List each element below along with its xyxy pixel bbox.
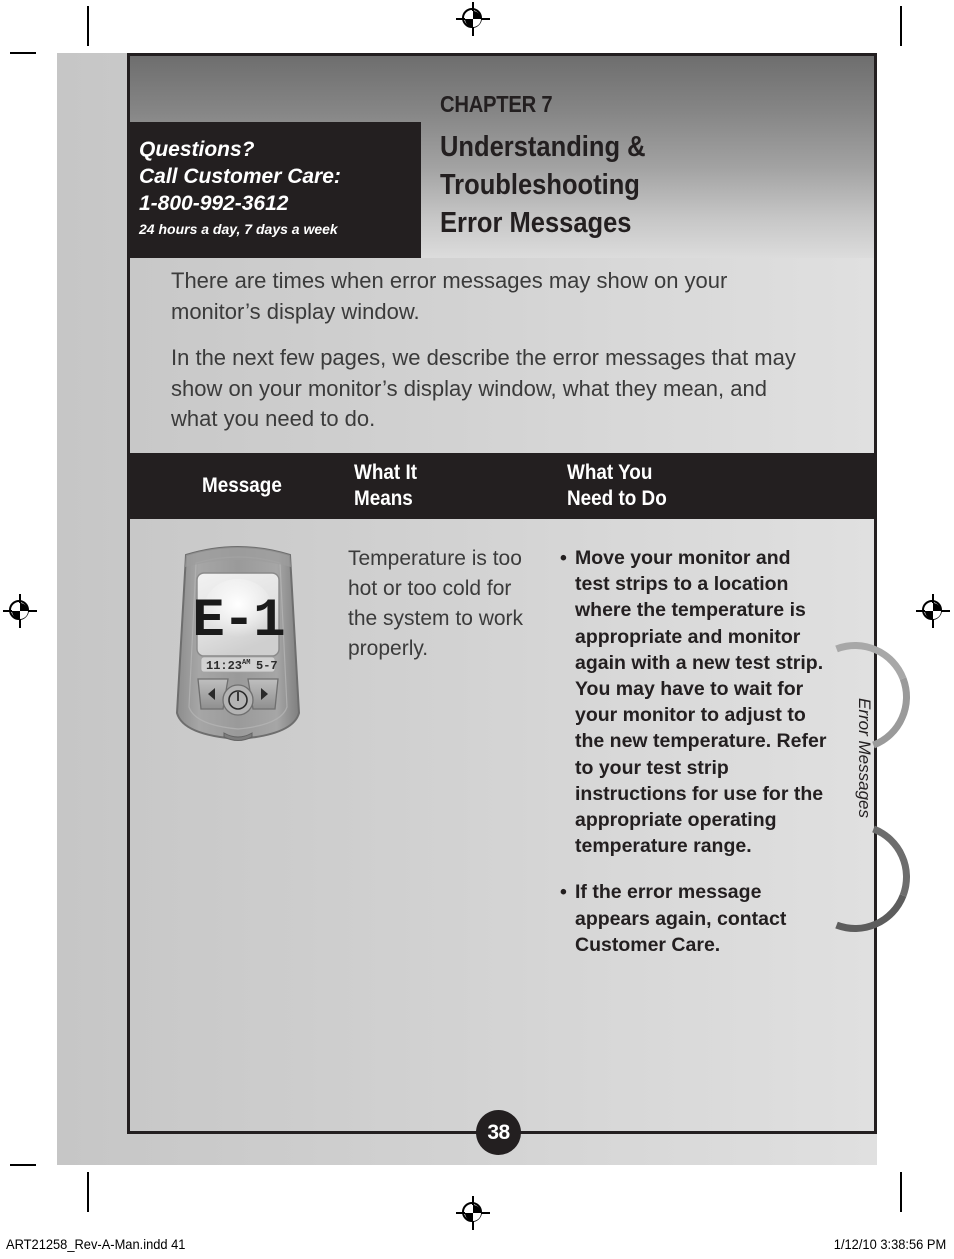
registration-mark-right <box>916 594 950 628</box>
column-header-message: Message <box>202 474 282 497</box>
cell-what-it-means: Temperature is too hot or too cold for t… <box>348 547 524 660</box>
column-header-what-it-means: What It Means <box>354 461 417 510</box>
lcd-secondary: 5-7 <box>256 659 278 673</box>
column-header-what-you-need-to-do: What You Need to Do <box>567 461 667 510</box>
page-title: Understanding & Troubleshooting Error Me… <box>440 131 646 239</box>
lcd-time: 11:23 <box>206 659 242 673</box>
callout-call-line: Call Customer Care: <box>139 165 341 188</box>
intro-paragraph-1: There are times when error messages may … <box>171 268 728 324</box>
cell-what-you-need-to-do: • Move your monitor and test strips to a… <box>560 545 830 978</box>
crop-mark-bottom-left <box>87 1172 89 1212</box>
bullet-text: If the error message appears again, cont… <box>575 881 787 956</box>
chapter-label: CHAPTER 7 <box>440 91 553 117</box>
lcd-error-code: E-1 <box>192 591 284 652</box>
registration-mark-bottom <box>456 1196 490 1230</box>
registration-quadrant-dot <box>12 603 28 619</box>
page-number-badge: 38 <box>476 1110 521 1155</box>
list-item: • Move your monitor and test strips to a… <box>560 545 830 859</box>
registration-mark-left <box>3 594 37 628</box>
registration-quadrant-dot <box>465 11 481 27</box>
crop-mark-top-left <box>87 6 89 46</box>
intro-text-block: There are times when error messages may … <box>171 266 811 451</box>
intro-paragraph-2: In the next few pages, we describe the e… <box>171 345 796 431</box>
callout-questions-line: Questions? <box>139 138 255 161</box>
registration-quadrant-dot <box>465 1205 481 1221</box>
crop-mark-bottom-right <box>900 1172 902 1212</box>
crop-mark-left-top <box>10 52 36 54</box>
bullet-glyph: • <box>560 881 567 904</box>
footer-timestamp: 1/12/10 3:38:56 PM <box>833 1236 946 1252</box>
section-thumb-tab-label: Error Messages <box>855 698 874 818</box>
customer-care-callout: Questions? Call Customer Care: 1-800-992… <box>130 122 421 258</box>
crop-mark-left-bottom <box>10 1164 36 1166</box>
list-item: • If the error message appears again, co… <box>560 879 830 958</box>
table-header-row: Message What It Means What You Need to D… <box>130 453 874 519</box>
callout-phone-number: 1-800-992-3612 <box>139 192 289 215</box>
callout-hours: 24 hours a day, 7 days a week <box>139 221 338 237</box>
table-row: E-1 11:23 AM 5-7 Temperature is too hot … <box>130 519 874 1079</box>
monitor-illustration: E-1 11:23 AM 5-7 <box>168 537 308 752</box>
lcd-meridiem: AM <box>242 659 250 667</box>
bullet-text: Move your monitor and test strips to a l… <box>575 547 827 858</box>
crop-mark-top-right <box>900 6 902 46</box>
footer-filename: ART21258_Rev-A-Man.indd 41 <box>6 1236 186 1252</box>
bullet-glyph: • <box>560 547 567 569</box>
section-thumb-tab: Error Messages <box>782 624 928 950</box>
registration-quadrant-dot <box>925 603 941 619</box>
registration-mark-top <box>456 2 490 36</box>
